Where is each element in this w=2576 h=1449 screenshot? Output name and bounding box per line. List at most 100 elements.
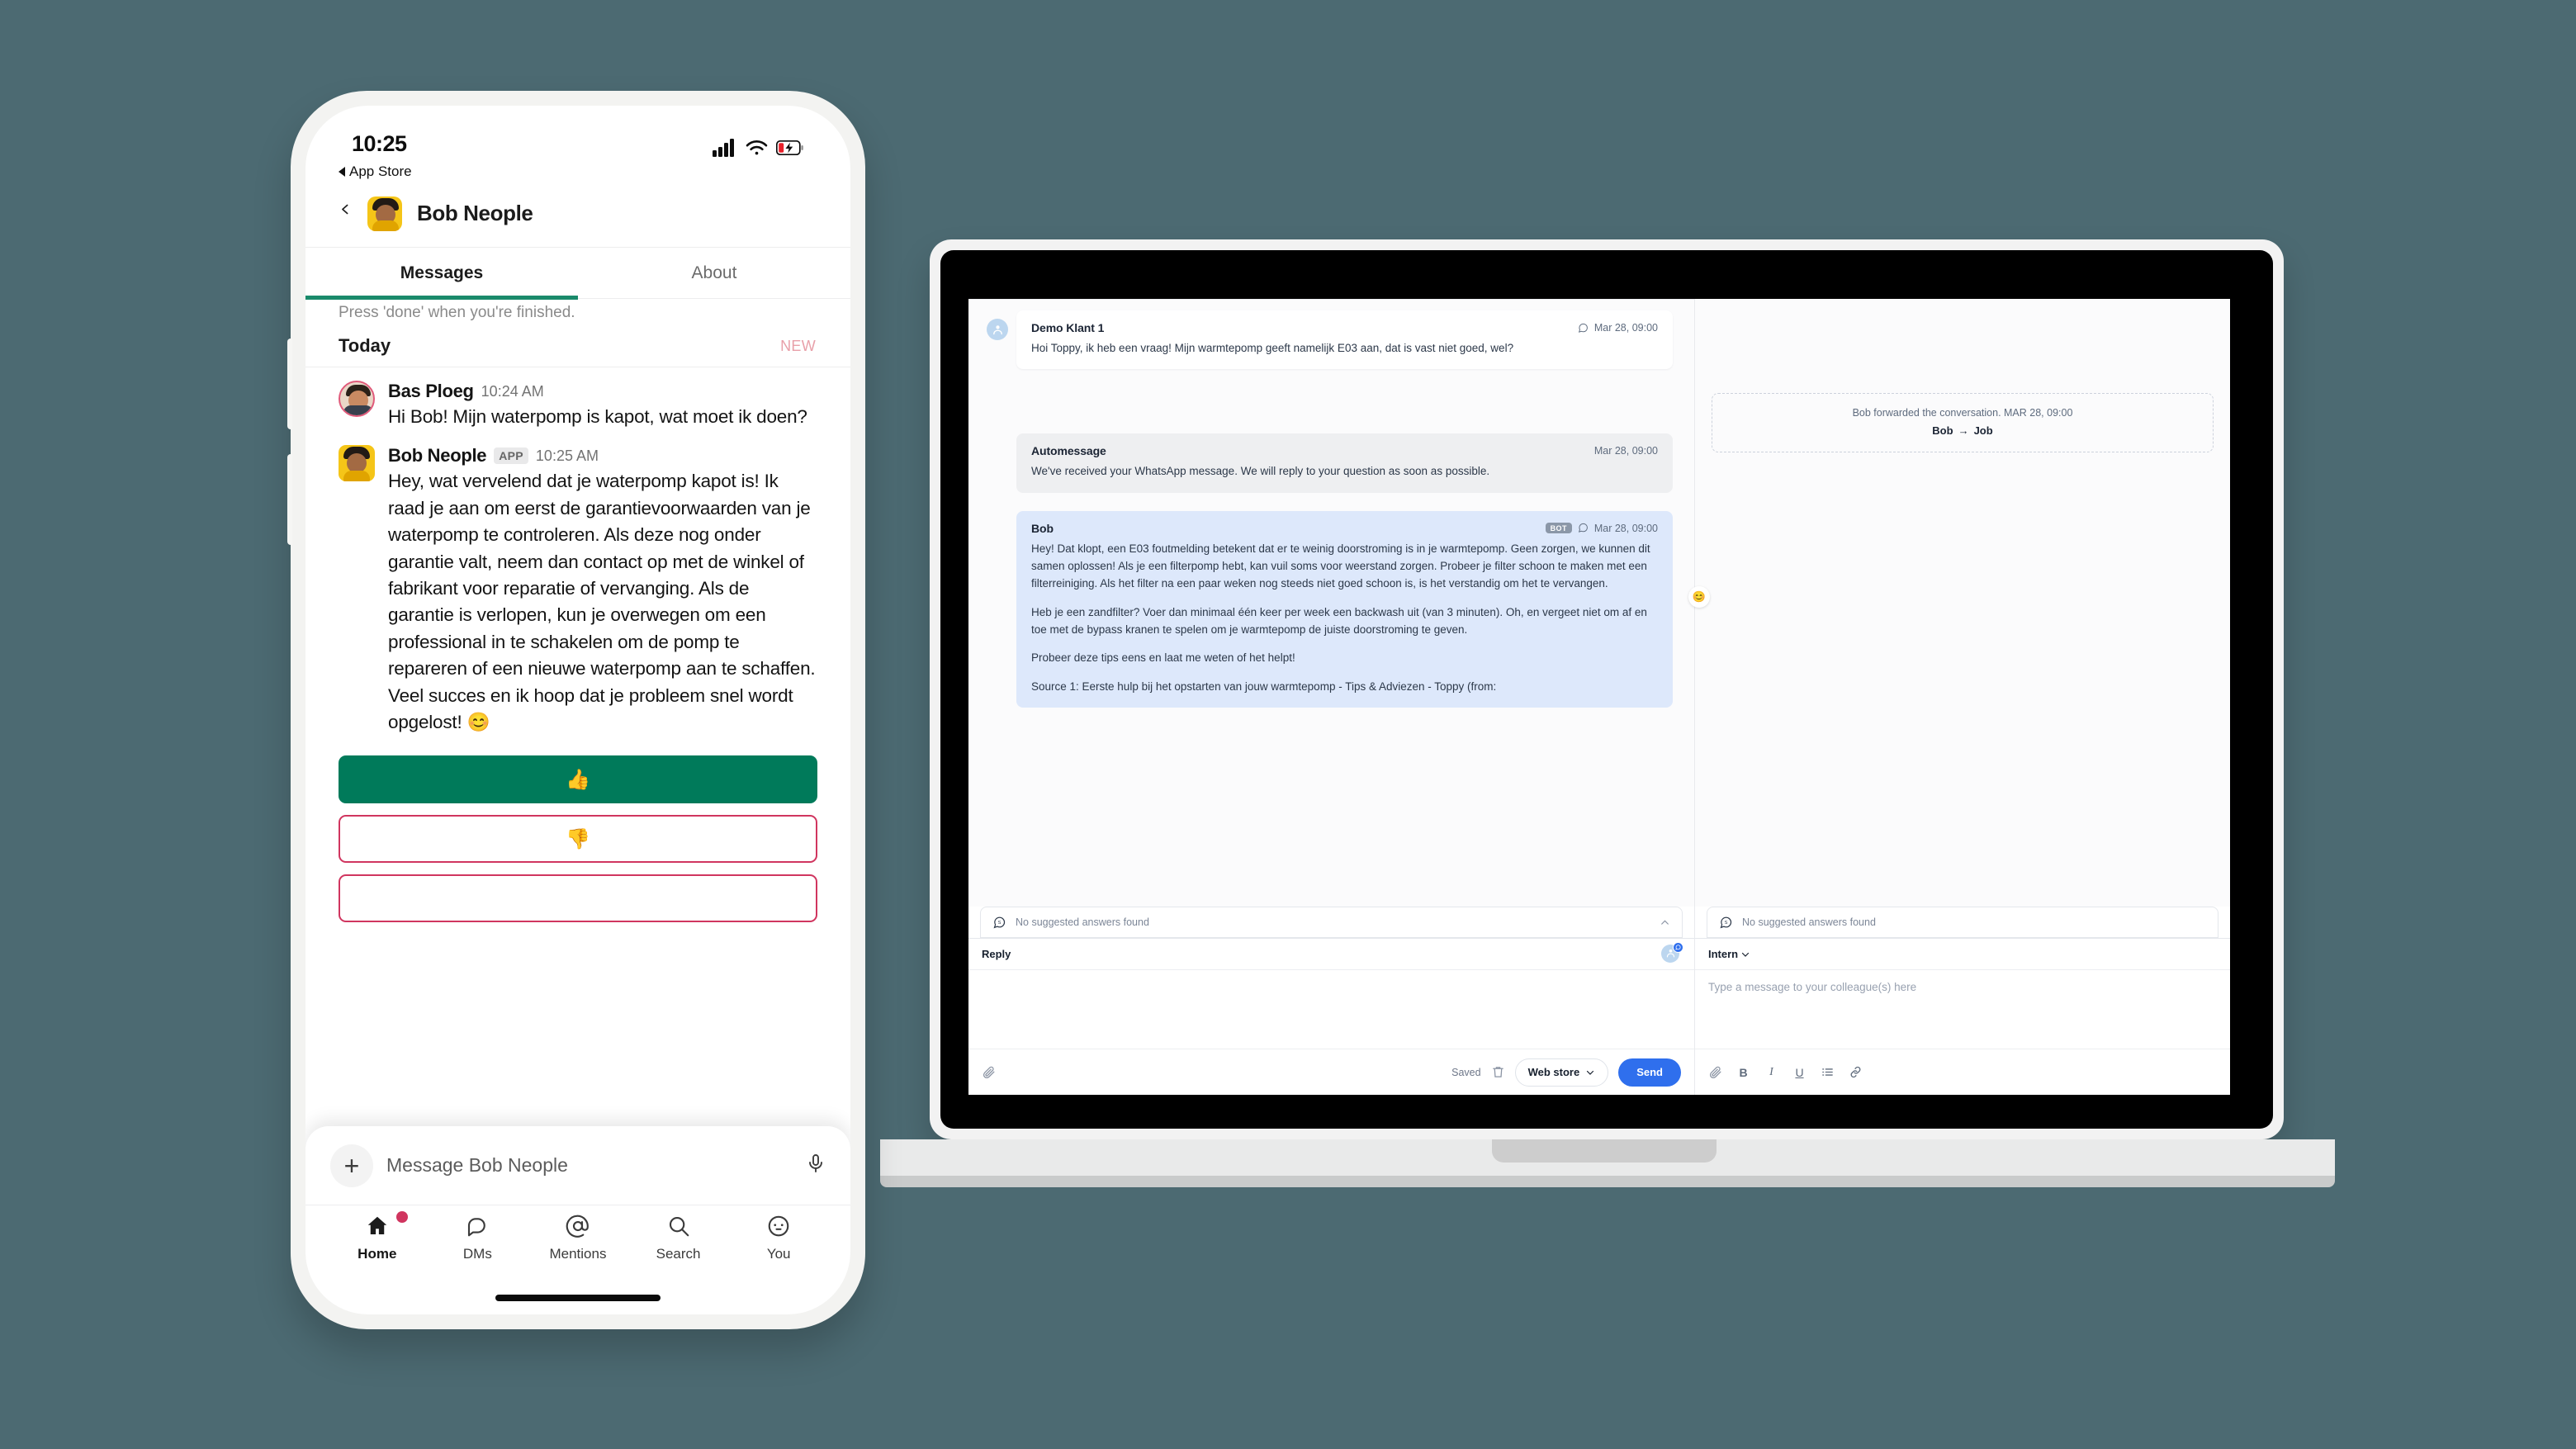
sender-name[interactable]: Bas Ploeg (388, 381, 474, 402)
bob-avatar[interactable] (367, 196, 402, 231)
customer-avatar (987, 319, 1008, 340)
arrow-right-icon: → (1958, 424, 1969, 437)
composer-toolbar: Saved Web store Send (968, 1049, 1694, 1095)
microphone-icon[interactable] (806, 1153, 826, 1178)
status-bar: 10:25 (305, 106, 850, 160)
wifi-icon (746, 140, 768, 155)
assigned-agent-avatar[interactable] (1661, 941, 1683, 964)
thumbs-up-button[interactable]: 👍 (339, 755, 817, 804)
message-timestamp: Mar 28, 09:00 (1593, 445, 1658, 457)
suggested-answers-label: No suggested answers found (1016, 916, 1149, 928)
sender-name: Demo Klant 1 (1031, 321, 1105, 334)
message-input[interactable]: Message Bob Neople (386, 1154, 793, 1177)
plus-icon[interactable]: + (330, 1144, 373, 1187)
laptop-hinge-notch (1492, 1139, 1717, 1163)
you-icon (766, 1212, 791, 1240)
message-header: Automessage Mar 28, 09:00 (1031, 444, 1658, 457)
tab-label: Mentions (549, 1246, 607, 1262)
suggested-answers-bar-internal[interactable]: S No suggested answers found (1707, 907, 2218, 938)
search-icon (666, 1212, 691, 1240)
composer-toolbar-left (982, 1065, 996, 1079)
composer-mode-label[interactable]: Reply (982, 948, 1011, 960)
composer-toolbar-right: Saved Web store Send (1451, 1058, 1681, 1087)
tab-label: DMs (462, 1246, 492, 1262)
status-time: 10:25 (352, 131, 407, 156)
suggested-answers-bar[interactable]: S No suggested answers found (980, 907, 1683, 938)
sidebar-item-dms[interactable]: DMs (428, 1212, 528, 1285)
tab-label: You (766, 1246, 791, 1262)
sender-name[interactable]: Bob Neople (388, 445, 487, 466)
tab-about[interactable]: About (578, 248, 850, 298)
suggested-answers-label: No suggested answers found (1742, 916, 1876, 928)
trash-icon[interactable] (1491, 1065, 1505, 1079)
avatar[interactable] (339, 445, 375, 482)
tab-messages[interactable]: Messages (305, 248, 578, 298)
channel-badge-icon (1673, 941, 1683, 953)
paperclip-icon[interactable] (982, 1065, 996, 1079)
avatar-body (343, 405, 373, 415)
internal-mode-selector[interactable]: Intern (1708, 948, 1750, 960)
message-row: Bob BOT Mar 28, 09:00 Hey! Dat klopt, ee… (968, 510, 1694, 708)
message-body: Bas Ploeg 10:24 AM Hi Bob! Mijn waterpom… (388, 381, 817, 430)
tab-label: Search (656, 1246, 701, 1262)
internal-note-input[interactable]: Type a message to your colleague(s) here (1695, 970, 2230, 1049)
sidebar-item-search[interactable]: Search (628, 1212, 729, 1285)
avatar[interactable] (339, 381, 375, 417)
thread-divider (968, 299, 1694, 300)
message-row: Demo Klant 1 Mar 28, 09:00 Hoi Toppy, ik… (968, 310, 1694, 370)
status-icons (713, 139, 804, 157)
tab-active-indicator (305, 296, 578, 300)
internal-notes-panel: Bob forwarded the conversation. MAR 28, … (1695, 299, 2230, 1095)
message-timestamp: 10:25 AM (535, 447, 599, 464)
suggested-answers-icon: S (1719, 916, 1733, 930)
unread-badge (395, 1211, 408, 1223)
phone-tabs: Messages About (305, 248, 850, 300)
list-icon[interactable] (1821, 1065, 1835, 1079)
message-header: Bob Neople APP 10:25 AM (388, 445, 817, 466)
message-bubble: Demo Klant 1 Mar 28, 09:00 Hoi Toppy, ik… (1016, 310, 1673, 370)
at-icon (566, 1212, 590, 1240)
new-badge: NEW (780, 337, 816, 354)
back-link-label: App Store (349, 163, 412, 179)
forwarded-note-text: Bob forwarded the conversation. MAR 28, … (1852, 407, 2073, 419)
back-to-app-store-link[interactable]: App Store (305, 160, 850, 180)
feedback-third-button[interactable] (339, 874, 817, 923)
bold-icon[interactable]: B (1736, 1067, 1750, 1078)
laptop-base-lip (880, 1176, 2335, 1187)
sidebar-item-mentions[interactable]: Mentions (528, 1212, 628, 1285)
scene: Demo Klant 1 Mar 28, 09:00 Hoi Toppy, ik… (0, 0, 2576, 1449)
chevron-up-icon[interactable] (1660, 917, 1670, 928)
internal-mode-label: Intern (1708, 948, 1739, 960)
phone-device: 10:25 App Store Bob Neople Messages Abou… (287, 91, 865, 1329)
chevron-down-icon (1742, 952, 1750, 957)
volume-down-button[interactable] (287, 454, 292, 545)
message-composer: + Message Bob Neople (305, 1126, 850, 1205)
volume-up-button[interactable] (287, 339, 292, 429)
phone-screen: 10:25 App Store Bob Neople Messages Abou… (305, 106, 850, 1314)
link-icon[interactable] (1849, 1065, 1863, 1079)
sidebar-item-home[interactable]: Home (327, 1211, 428, 1285)
message-meta: Mar 28, 09:00 (1578, 322, 1658, 334)
sidebar-item-you[interactable]: You (728, 1212, 829, 1285)
sender-name: Automessage (1031, 444, 1106, 458)
list-item: Bas Ploeg 10:24 AM Hi Bob! Mijn waterpom… (305, 367, 850, 430)
feedback-buttons: 👍 👎 (305, 736, 850, 923)
reply-composer: Reply Saved Web store Send (968, 938, 1694, 1095)
paperclip-icon[interactable] (1708, 1065, 1722, 1079)
avatar-body (343, 471, 370, 482)
thumbs-down-button[interactable]: 👎 (339, 815, 817, 864)
message-reaction[interactable]: 😊 (1688, 586, 1710, 608)
app-badge: APP (494, 447, 528, 465)
send-button[interactable]: Send (1618, 1058, 1681, 1087)
chevron-left-icon[interactable] (339, 202, 353, 225)
tab-label: Home (358, 1246, 397, 1262)
reply-input[interactable] (968, 970, 1694, 1049)
italic-icon[interactable]: I (1764, 1066, 1778, 1078)
list-item: Bob Neople APP 10:25 AM Hey, wat vervele… (305, 430, 850, 736)
channel-selector[interactable]: Web store (1514, 1058, 1609, 1087)
phone-bottom-bars: + Message Bob Neople Home DMs Mentions S… (305, 1126, 850, 1314)
underline-icon[interactable]: U (1792, 1067, 1807, 1078)
source-citation: Source 1: Eerste hulp bij het opstarten … (1031, 680, 1497, 693)
message-thread[interactable]: Demo Klant 1 Mar 28, 09:00 Hoi Toppy, ik… (968, 299, 1694, 907)
internal-composer-header: Intern (1695, 939, 2230, 970)
